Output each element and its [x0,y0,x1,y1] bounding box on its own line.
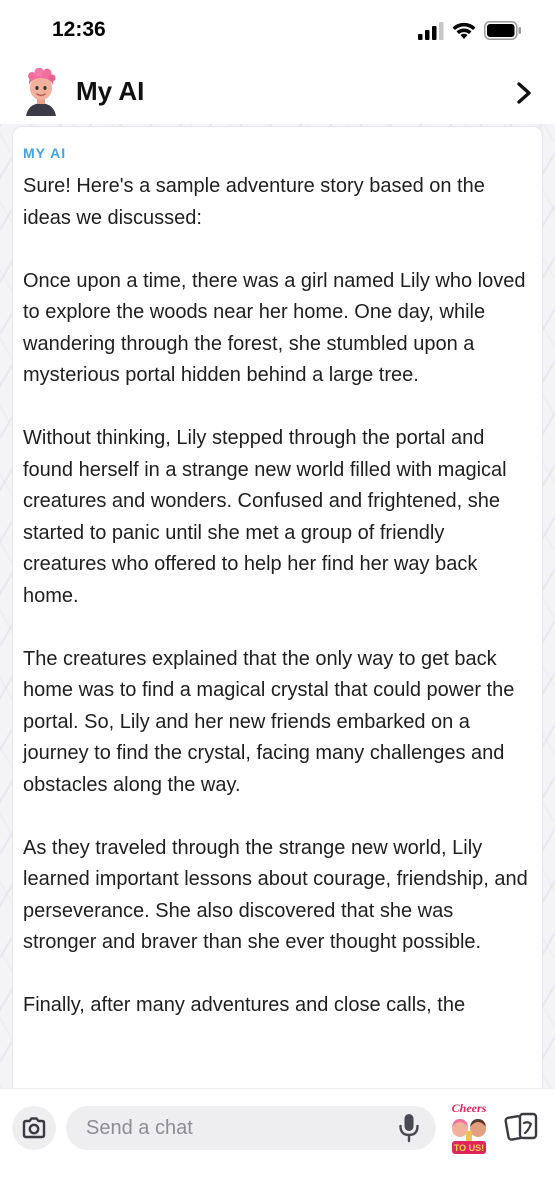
sticker-text-top: Cheers [452,1101,487,1115]
status-time: 12:36 [52,18,106,41]
chat-input[interactable] [66,1106,436,1150]
sticker-picker-icon[interactable] [504,1111,540,1145]
bitmoji-sticker-button[interactable]: Cheers TO US! [446,1101,492,1155]
header-title[interactable]: My AI [76,76,144,107]
message-paragraph: Without thinking, Lily stepped through t… [23,427,507,607]
camera-icon [22,1117,46,1139]
microphone-icon[interactable] [398,1113,420,1143]
message-text: Sure! Here's a sample adventure story ba… [23,171,528,1053]
message-paragraph: As they traveled through the strange new… [23,836,528,954]
chat-header: My AI [0,62,555,124]
chevron-right-icon[interactable] [512,80,536,106]
chat-background[interactable]: MY AI Sure! Here's a sample adventure st… [0,124,555,1088]
my-ai-avatar[interactable] [20,68,62,116]
message-paragraph: Once upon a time, there was a girl named… [23,269,526,387]
cellular-signal-icon [418,22,444,40]
camera-button[interactable] [12,1106,56,1150]
message-paragraph: Finally, after many adventures and close… [23,994,466,1016]
sender-label: MY AI [23,145,67,161]
ai-message-bubble[interactable]: MY AI Sure! Here's a sample adventure st… [12,126,543,1088]
battery-icon [484,21,521,40]
message-paragraph: Sure! Here's a sample adventure story ba… [23,175,485,229]
status-bar: 12:36 [0,0,555,62]
message-paragraph: The creatures explained that the only wa… [23,647,515,796]
sticker-text-bottom: TO US! [454,1143,484,1153]
chat-composer: Cheers TO US! [0,1088,555,1200]
wifi-icon [452,22,476,39]
